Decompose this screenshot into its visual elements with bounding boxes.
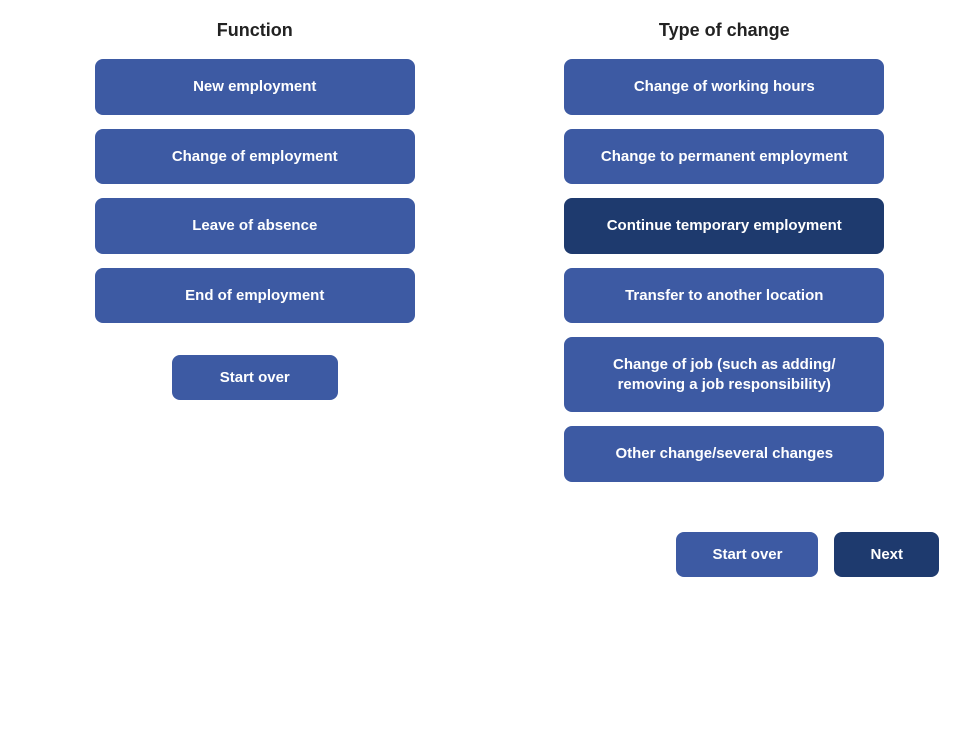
end-of-employment-button[interactable]: End of employment — [95, 268, 415, 324]
type-of-change-button-group: Change of working hours Change to perman… — [564, 59, 884, 482]
transfer-to-another-location-button[interactable]: Transfer to another location — [564, 268, 884, 324]
bottom-section: Start over Next — [0, 512, 979, 597]
bottom-start-over-button[interactable]: Start over — [676, 532, 818, 577]
leave-of-absence-button[interactable]: Leave of absence — [95, 198, 415, 254]
change-to-permanent-employment-button[interactable]: Change to permanent employment — [564, 129, 884, 185]
type-of-change-column-title: Type of change — [659, 20, 790, 41]
other-change-button[interactable]: Other change/several changes — [564, 426, 884, 482]
function-column-title: Function — [217, 20, 293, 41]
left-start-over-button[interactable]: Start over — [172, 355, 338, 400]
continue-temporary-employment-button[interactable]: Continue temporary employment — [564, 198, 884, 254]
new-employment-button[interactable]: New employment — [95, 59, 415, 115]
function-column: Function New employment Change of employ… — [40, 20, 470, 482]
next-button[interactable]: Next — [834, 532, 939, 577]
type-of-change-column: Type of change Change of working hours C… — [510, 20, 940, 482]
function-button-group: New employment Change of employment Leav… — [95, 59, 415, 323]
change-of-working-hours-button[interactable]: Change of working hours — [564, 59, 884, 115]
change-of-job-button[interactable]: Change of job (such as adding/ removing … — [564, 337, 884, 412]
bottom-actions: Start over Next — [676, 532, 939, 577]
change-of-employment-button[interactable]: Change of employment — [95, 129, 415, 185]
